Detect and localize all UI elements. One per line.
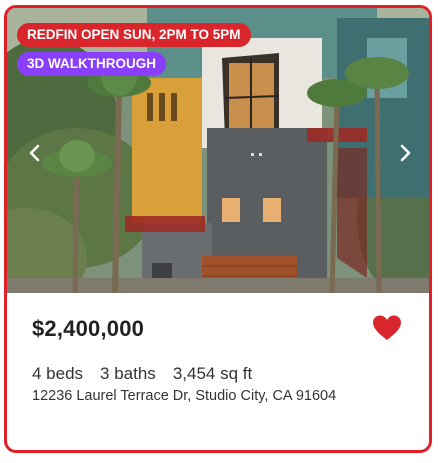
listing-stats: 4 beds 3 baths 3,454 sq ft xyxy=(32,364,269,384)
3d-walkthrough-badge[interactable]: 3D WALKTHROUGH xyxy=(17,52,166,76)
listing-card[interactable]: REDFIN OPEN SUN, 2PM TO 5PM 3D WALKTHROU… xyxy=(4,5,432,453)
house-photo xyxy=(7,8,429,293)
heart-icon[interactable] xyxy=(372,314,402,342)
chevron-left-icon[interactable] xyxy=(22,140,48,166)
listing-address[interactable]: 12236 Laurel Terrace Dr, Studio City, CA… xyxy=(32,388,336,404)
beds-count: 4 beds xyxy=(32,364,84,383)
sqft-count: 3,454 sq ft xyxy=(172,364,253,383)
chevron-right-icon[interactable] xyxy=(392,140,418,166)
open-house-badge: REDFIN OPEN SUN, 2PM TO 5PM xyxy=(17,23,251,47)
baths-count: 3 baths xyxy=(100,364,156,383)
listing-photo[interactable]: REDFIN OPEN SUN, 2PM TO 5PM 3D WALKTHROU… xyxy=(7,8,429,293)
listing-price: $2,400,000 xyxy=(32,316,145,341)
